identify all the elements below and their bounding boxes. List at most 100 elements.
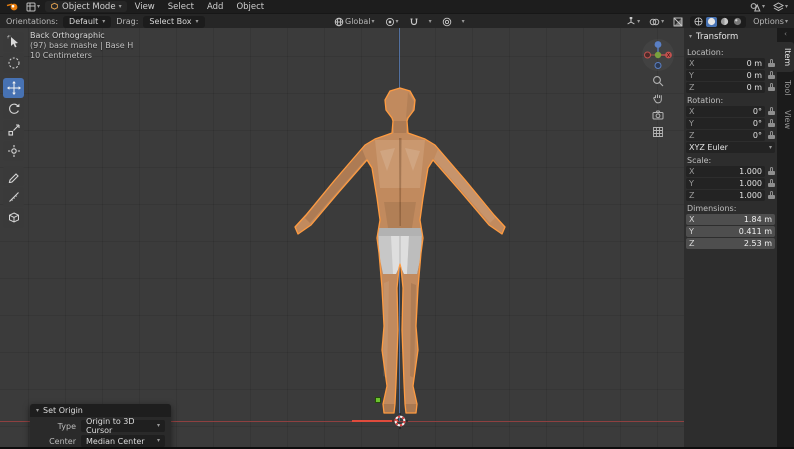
scale-x-field[interactable]: X 1.000 <box>686 166 765 177</box>
tool-select-circle[interactable] <box>3 53 24 73</box>
lock-icon[interactable] <box>768 107 775 115</box>
tool-add-cube[interactable] <box>3 208 24 228</box>
tool-settings-bar: Orientations: Default ▾ Drag: Select Box… <box>0 13 794 29</box>
tab-tool[interactable]: Tool <box>777 74 794 102</box>
lock-icon[interactable] <box>768 131 775 139</box>
menu-select[interactable]: Select <box>163 2 199 12</box>
rotation-x-field[interactable]: X 0° <box>686 106 765 117</box>
pan-hand-icon[interactable] <box>651 91 665 104</box>
chevron-down-icon: ▾ <box>156 422 160 429</box>
dimensions-y-value: 0.411 m <box>738 227 772 236</box>
chevron-down-icon: ▾ <box>395 17 399 25</box>
axis-z-label: Z <box>689 191 695 200</box>
proportional-editing-toggle[interactable] <box>440 17 454 27</box>
scene-selector[interactable]: ▾ <box>748 2 767 12</box>
zoom-icon[interactable] <box>651 74 665 87</box>
shading-wireframe-button[interactable] <box>693 17 704 27</box>
chevron-down-icon: ▾ <box>761 2 765 10</box>
transform-orientation-dropdown[interactable]: Global ▾ <box>332 17 377 27</box>
proportional-falloff-dropdown[interactable]: ▾ <box>460 18 467 25</box>
dimensions-section-label: Dimensions: <box>687 204 737 213</box>
menu-view[interactable]: View <box>130 2 160 12</box>
toggle-ortho-grid-icon[interactable] <box>651 125 665 138</box>
lock-icon[interactable] <box>768 179 775 187</box>
lock-icon[interactable] <box>768 83 775 91</box>
lock-icon[interactable] <box>768 191 775 199</box>
axis-y-label: Y <box>689 71 694 80</box>
lock-icon[interactable] <box>768 71 775 79</box>
navigation-gizmo[interactable]: X <box>641 38 675 72</box>
lock-icon[interactable] <box>768 59 775 67</box>
gizmo-z-axis[interactable] <box>654 41 662 48</box>
show-gizmo-dropdown[interactable]: ▾ <box>624 16 642 27</box>
tool-rotate[interactable] <box>3 99 24 119</box>
orientations-label: Orientations: <box>6 17 59 26</box>
gizmo-x-neg-axis[interactable] <box>644 51 651 59</box>
origin-type-dropdown[interactable]: Origin to 3D Cursor ▾ <box>81 417 165 435</box>
tool-shelf <box>3 32 24 228</box>
pivot-point-dropdown[interactable]: ▾ <box>383 17 401 27</box>
dimensions-y-field[interactable]: Y 0.411 m <box>686 226 775 237</box>
location-y-field[interactable]: Y 0 m <box>686 70 765 81</box>
dimensions-x-field[interactable]: X 1.84 m <box>686 214 775 225</box>
chevron-down-icon: ▾ <box>784 17 788 25</box>
scale-z-field[interactable]: Z 1.000 <box>686 190 765 201</box>
menu-object[interactable]: Object <box>231 2 269 12</box>
chevron-down-icon: ▾ <box>102 17 106 25</box>
set-origin-panel-header[interactable]: ▾ Set Origin <box>30 404 171 417</box>
tool-annotate[interactable] <box>3 166 24 186</box>
mode-selector[interactable]: Object Mode ▾ <box>45 1 127 12</box>
mesh-object-human[interactable] <box>280 78 520 428</box>
show-overlays-dropdown[interactable]: ▾ <box>647 17 666 27</box>
transform-panel-title: Transform <box>696 32 739 42</box>
transform-panel-header[interactable]: ▾ Transform <box>686 30 775 45</box>
gizmo-y-axis[interactable] <box>654 51 662 59</box>
viewport-3d[interactable]: Back Orthographic (97) base mashe | Base… <box>0 28 684 447</box>
lock-icon[interactable] <box>768 167 775 175</box>
tool-measure[interactable] <box>3 187 24 207</box>
cursor-3d[interactable] <box>392 413 408 429</box>
gizmo-z-neg-axis[interactable] <box>654 62 662 69</box>
snap-toggle[interactable] <box>407 17 421 27</box>
drag-dropdown[interactable]: Select Box ▾ <box>143 15 205 28</box>
chevron-down-icon: ▾ <box>118 2 122 10</box>
sidebar-tab-strip: ‹ Item Tool View <box>777 28 794 447</box>
tool-select-box[interactable] <box>3 32 24 52</box>
shading-rendered-button[interactable] <box>732 17 743 27</box>
options-dropdown[interactable]: Options ▾ <box>751 17 790 26</box>
collapse-icon: ▾ <box>689 33 693 40</box>
orientations-dropdown[interactable]: Default ▾ <box>63 15 112 28</box>
snap-settings-dropdown[interactable]: ▾ <box>427 18 434 25</box>
axis-x-label: X <box>689 215 695 224</box>
rotation-z-value: 0° <box>752 131 762 140</box>
xray-toggle[interactable] <box>671 17 685 27</box>
shading-material-button[interactable] <box>719 17 730 27</box>
scale-y-field[interactable]: Y 1.000 <box>686 178 765 189</box>
tool-move[interactable] <box>3 78 24 98</box>
sidebar-collapse-icon[interactable]: ‹ <box>777 29 794 41</box>
location-z-field[interactable]: Z 0 m <box>686 82 765 93</box>
rotation-mode-dropdown[interactable]: XYZ Euler ▾ <box>686 142 775 153</box>
origin-center-dropdown[interactable]: Median Center ▾ <box>81 435 165 447</box>
tab-view[interactable]: View <box>777 104 794 135</box>
lock-icon[interactable] <box>768 119 775 127</box>
tab-item[interactable]: Item <box>777 42 794 73</box>
tool-transform[interactable] <box>3 141 24 161</box>
camera-view-icon[interactable] <box>651 108 665 121</box>
scale-section-label: Scale: <box>687 156 712 165</box>
menu-add[interactable]: Add <box>202 2 228 12</box>
blender-logo-icon[interactable] <box>4 2 21 12</box>
tool-scale[interactable] <box>3 120 24 140</box>
editor-type-selector[interactable]: ▾ <box>24 2 42 12</box>
type-label: Type <box>57 421 76 431</box>
view-layer-selector[interactable]: ▾ <box>771 1 790 12</box>
location-x-field[interactable]: X 0 m <box>686 58 765 69</box>
dimensions-z-value: 2.53 m <box>743 239 772 248</box>
rotation-z-field[interactable]: Z 0° <box>686 130 765 141</box>
drag-value: Select Box <box>149 17 192 26</box>
chevron-down-icon: ▾ <box>37 2 41 10</box>
dimensions-z-field[interactable]: Z 2.53 m <box>686 238 775 249</box>
rotation-y-field[interactable]: Y 0° <box>686 118 765 129</box>
sidebar-n-panel: ▾ Transform Location: X 0 m Y 0 m Z 0 m Rot… <box>684 28 777 447</box>
shading-solid-button[interactable] <box>706 16 718 27</box>
